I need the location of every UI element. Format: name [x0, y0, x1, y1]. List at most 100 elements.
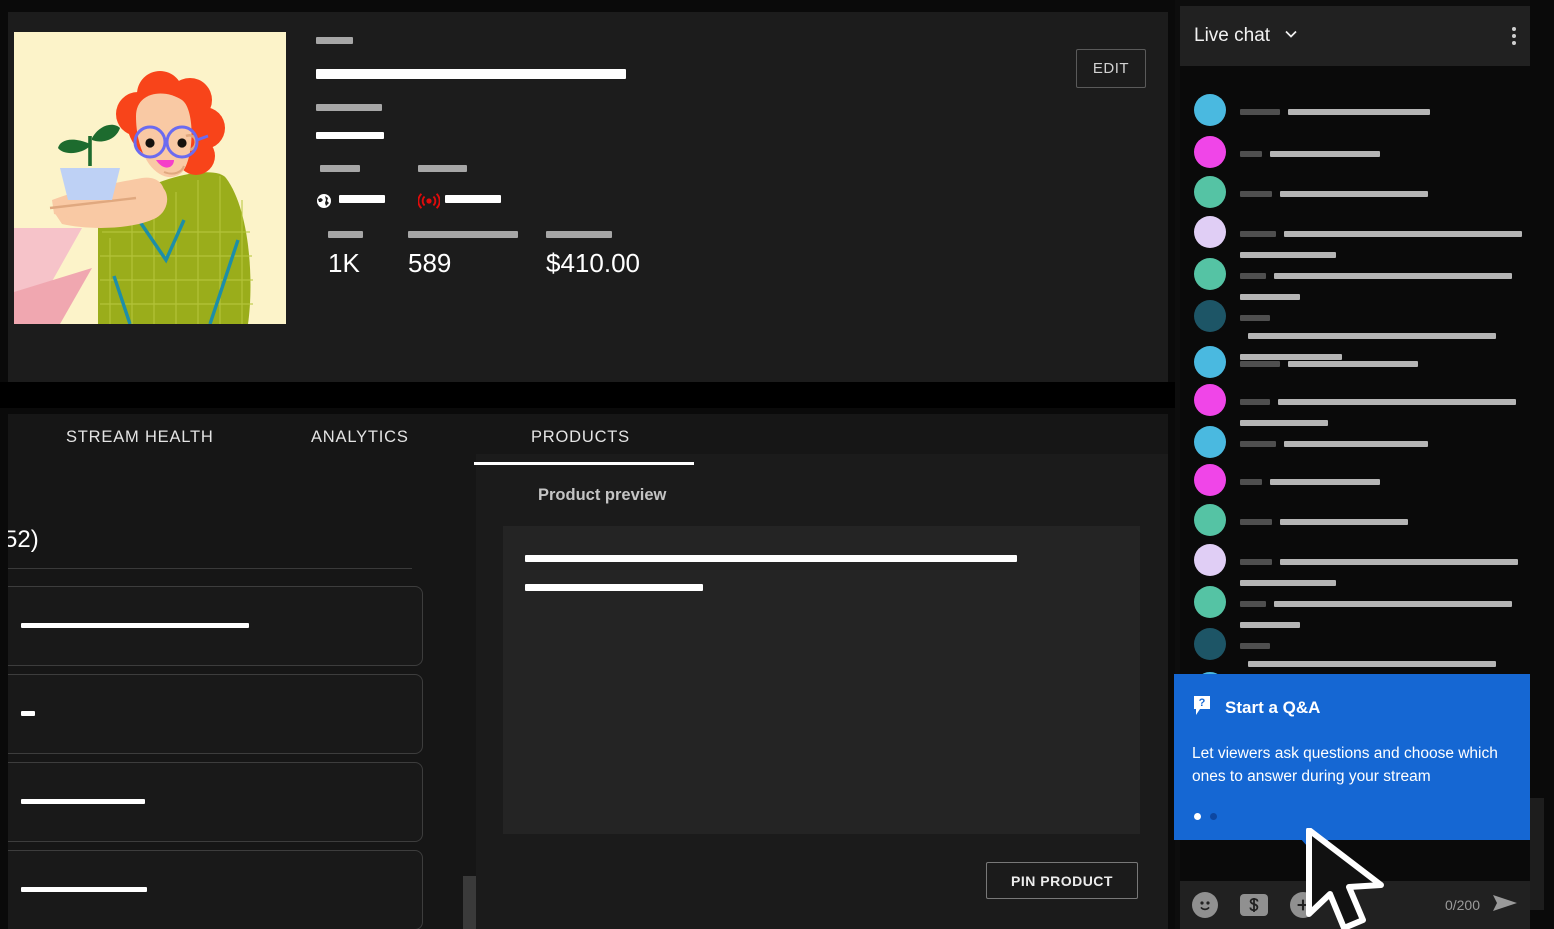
tab-stream-health[interactable]: STREAM HEALTH	[66, 428, 214, 447]
chat-message-body	[1240, 346, 1524, 378]
chat-message	[1194, 258, 1524, 303]
live-chat-title: Live chat	[1194, 25, 1270, 47]
chat-message	[1194, 544, 1524, 589]
chat-message-body	[1240, 586, 1524, 631]
emoji-smiley-icon[interactable]	[1192, 892, 1218, 918]
privacy-value-placeholder	[339, 195, 385, 203]
avatar	[1194, 384, 1226, 416]
stat-block: 589	[408, 231, 518, 276]
stat-value: 1K	[328, 250, 363, 276]
chat-text-placeholder	[1280, 559, 1518, 565]
qa-tooltip[interactable]: ? Start a Q&A Let viewers ask questions …	[1174, 674, 1530, 840]
chat-message-body	[1240, 384, 1524, 429]
chat-message	[1194, 136, 1524, 168]
kebab-menu-icon[interactable]	[1512, 27, 1516, 45]
meta-label-placeholder	[316, 37, 353, 44]
stat-value: $410.00	[546, 250, 640, 276]
chat-message-body	[1240, 258, 1524, 303]
edit-button[interactable]: EDIT	[1076, 49, 1146, 88]
avatar	[1194, 544, 1226, 576]
chat-message-body	[1240, 216, 1524, 261]
stat-label-placeholder	[408, 231, 518, 238]
super-chat-dollar-icon[interactable]	[1240, 894, 1268, 916]
product-preview-pane: Product preview PIN PRODUCT	[476, 454, 1168, 929]
stat-label-placeholder	[546, 231, 612, 238]
chat-text-placeholder	[1248, 661, 1496, 667]
list-divider	[8, 568, 412, 569]
stat-block: $410.00	[546, 231, 640, 276]
chat-text-placeholder	[1280, 191, 1428, 197]
avatar	[1194, 426, 1226, 458]
avatar	[1194, 136, 1226, 168]
qa-tooltip-arrow	[1300, 838, 1330, 855]
list-scrollbar-track[interactable]	[463, 462, 476, 929]
list-item[interactable]	[8, 762, 423, 842]
chat-author-placeholder	[1240, 601, 1266, 607]
chat-author-placeholder	[1240, 399, 1270, 405]
chat-message	[1194, 586, 1524, 631]
chat-message	[1194, 464, 1524, 496]
meta-subtitle-placeholder	[316, 104, 382, 111]
chat-author-placeholder	[1240, 441, 1276, 447]
avatar	[1194, 346, 1226, 378]
chat-text-placeholder	[1288, 361, 1418, 367]
qa-tooltip-pager-dots[interactable]	[1194, 813, 1217, 820]
list-item-title-placeholder	[21, 623, 249, 628]
pin-product-button[interactable]: PIN PRODUCT	[986, 862, 1138, 899]
avatar	[1194, 300, 1226, 332]
pager-dot[interactable]	[1210, 813, 1217, 820]
list-count-label: (52)	[8, 526, 39, 554]
stat-value: 589	[408, 250, 518, 276]
tab-analytics[interactable]: ANALYTICS	[311, 428, 409, 447]
chat-author-placeholder	[1240, 361, 1280, 367]
live-broadcast-icon	[418, 192, 440, 215]
privacy-label-placeholder	[320, 165, 360, 172]
chat-author-placeholder	[1240, 109, 1280, 115]
chat-message	[1194, 384, 1524, 429]
product-price-placeholder	[525, 584, 703, 591]
chat-message	[1194, 504, 1524, 536]
chat-author-placeholder	[1240, 273, 1266, 279]
send-arrow-icon[interactable]	[1492, 893, 1518, 918]
list-item[interactable]	[8, 850, 423, 929]
chat-text-placeholder	[1248, 333, 1496, 339]
chevron-down-icon[interactable]	[1282, 25, 1300, 48]
list-item[interactable]	[8, 674, 423, 754]
product-list-pane: (52)	[8, 468, 456, 929]
qa-tooltip-body: Let viewers ask questions and choose whi…	[1192, 743, 1512, 788]
chat-text-placeholder	[1288, 109, 1430, 115]
window-right-edge	[1530, 0, 1554, 929]
list-scrollbar-thumb[interactable]	[463, 876, 476, 929]
chat-message-body	[1240, 94, 1524, 126]
stat-block: 1K	[328, 231, 363, 276]
live-chat-header: Live chat	[1180, 6, 1530, 66]
chat-author-placeholder	[1240, 191, 1272, 197]
list-item[interactable]	[8, 586, 423, 666]
plus-icon[interactable]	[1290, 892, 1316, 918]
avatar	[1194, 216, 1226, 248]
latency-label-placeholder	[418, 165, 467, 172]
chat-text-placeholder	[1274, 601, 1512, 607]
tab-products[interactable]: PRODUCTS	[531, 428, 630, 447]
stream-title-placeholder	[316, 69, 626, 79]
chat-message	[1194, 94, 1524, 126]
list-item-title-placeholder	[21, 711, 35, 716]
app-window: 1K 589 $410.00 EDIT STREAM HEALTH ANALYT…	[0, 0, 1554, 929]
svg-text:?: ?	[1199, 697, 1206, 709]
pager-dot-active[interactable]	[1194, 813, 1201, 820]
question-speech-bubble-icon: ?	[1192, 694, 1214, 721]
chat-text-placeholder	[1278, 399, 1516, 405]
stream-thumbnail[interactable]	[14, 32, 286, 324]
stream-info-card: 1K 589 $410.00 EDIT	[8, 12, 1168, 382]
chat-message-body	[1240, 544, 1524, 589]
live-chat-input-bar: 0/200	[1180, 881, 1530, 929]
chat-message-body	[1240, 504, 1524, 536]
chat-author-placeholder	[1240, 151, 1262, 157]
latency-value-placeholder	[445, 195, 501, 203]
chat-text-placeholder	[1280, 519, 1408, 525]
chat-text-placeholder	[1270, 479, 1380, 485]
active-tab-underline	[474, 462, 694, 465]
chat-text-placeholder	[1270, 151, 1380, 157]
product-name-placeholder	[525, 555, 1017, 562]
window-right-edge-panel	[1530, 798, 1544, 910]
